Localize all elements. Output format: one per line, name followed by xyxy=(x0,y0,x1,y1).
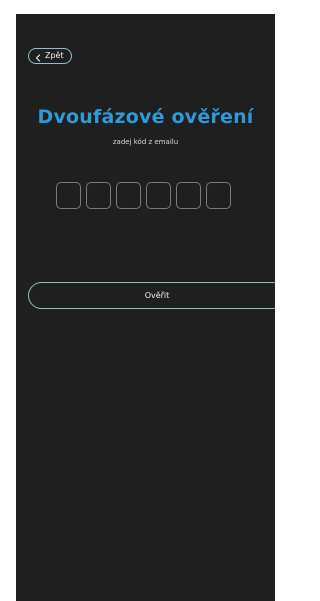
verify-button[interactable]: Ověřit xyxy=(28,282,275,309)
page-subtitle: zadej kód z emailu xyxy=(112,138,179,146)
screen: Zpět Dvoufázové ověření zadej kód z emai… xyxy=(16,14,275,601)
verify-button-label: Ověřit xyxy=(144,291,170,300)
code-input-group xyxy=(56,182,231,209)
chevron-left-icon xyxy=(34,52,42,62)
back-button[interactable]: Zpět xyxy=(28,48,72,64)
code-digit-field-5[interactable] xyxy=(176,182,201,209)
code-digit-field-4[interactable] xyxy=(146,182,171,209)
code-digit-field-1[interactable] xyxy=(56,182,81,209)
code-digit-field-3[interactable] xyxy=(116,182,141,209)
code-digit-field-6[interactable] xyxy=(206,182,231,209)
code-digit-field-2[interactable] xyxy=(86,182,111,209)
page-title: Dvoufázové ověření xyxy=(37,106,254,128)
back-button-label: Zpět xyxy=(45,51,64,60)
